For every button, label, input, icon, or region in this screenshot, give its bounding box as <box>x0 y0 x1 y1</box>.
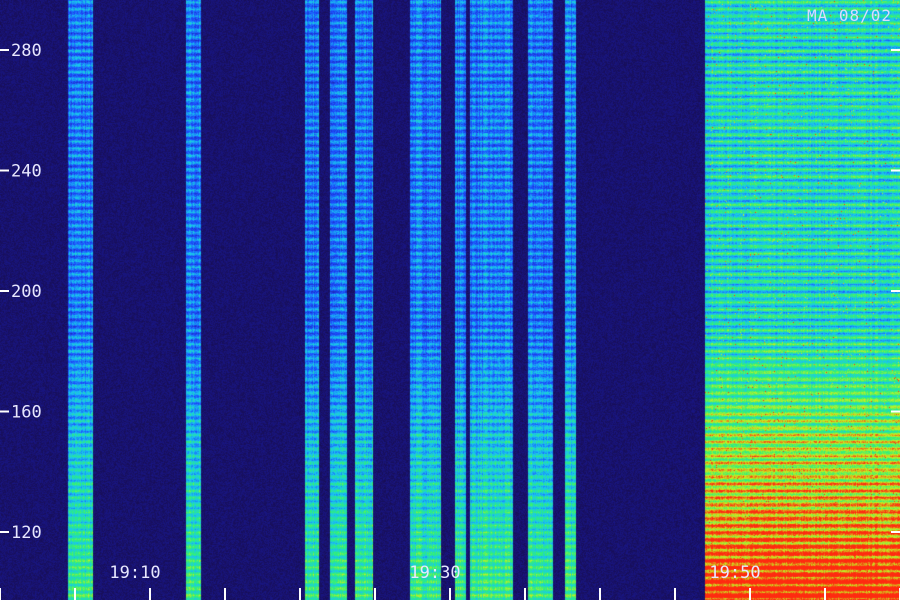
y-tick-label: 280 <box>11 41 42 61</box>
y-tick-label: 120 <box>11 523 42 543</box>
x-tick-label: 19:10 <box>109 563 160 583</box>
spectrogram-window: 280 240 200 160 120 19:10 19:30 19:50 MA 08/02 <box>0 0 900 600</box>
axes-overlay: 280 240 200 160 120 19:10 19:30 19:50 <box>0 41 900 600</box>
x-tick-label: 19:30 <box>409 563 460 583</box>
y-tick-label: 240 <box>11 162 42 182</box>
x-tick-label: 19:50 <box>709 563 760 583</box>
y-tick-label: 200 <box>11 282 42 302</box>
corner-label: MA 08/02 <box>806 6 892 25</box>
y-tick-label: 160 <box>11 403 42 423</box>
